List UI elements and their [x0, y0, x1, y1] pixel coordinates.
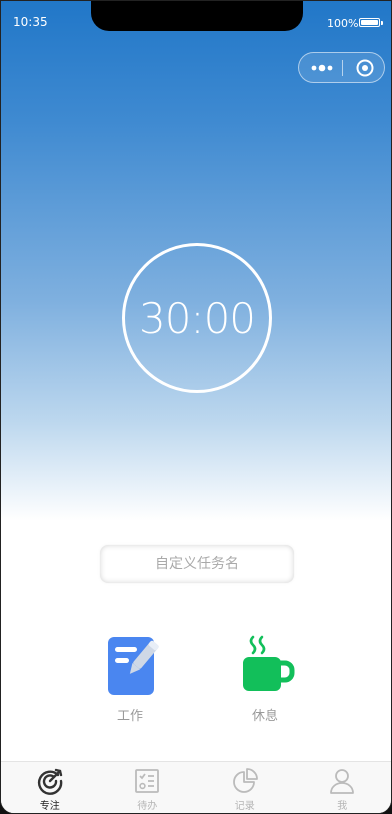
battery-percent: 100%: [327, 17, 359, 30]
battery-icon: [359, 18, 380, 27]
edit-note-icon: [108, 637, 159, 695]
miniprogram-capsule: [298, 52, 385, 83]
bottom-tab-bar: 专注 待办 记录 我: [1, 761, 392, 813]
tab-record-label: 记录: [234, 801, 255, 812]
tab-focus[interactable]: 专注: [1, 762, 99, 813]
mode-work-button[interactable]: 工作: [90, 633, 170, 733]
task-name-input[interactable]: [100, 545, 294, 583]
user-icon: [330, 769, 355, 794]
more-dots-icon[interactable]: [311, 63, 333, 73]
tab-record[interactable]: 记录: [196, 762, 294, 813]
tab-me[interactable]: 我: [294, 762, 392, 813]
pie-chart-icon: [232, 768, 258, 793]
status-time: 10:35: [13, 15, 48, 29]
phone-screen: 10:35 100% 30:00 工作: [0, 0, 392, 814]
tab-focus-label: 专注: [39, 801, 60, 812]
target-close-icon[interactable]: [356, 59, 374, 77]
tab-todo[interactable]: 待办: [99, 762, 197, 813]
checklist-icon: [135, 769, 160, 793]
mode-rest-label: 休息: [251, 709, 278, 724]
coffee-cup-icon: [243, 635, 295, 691]
timer-display: 30:00: [138, 293, 256, 343]
tab-me-label: 我: [337, 801, 348, 812]
timer-ring[interactable]: 30:00: [122, 243, 272, 393]
battery-tip: [381, 21, 383, 25]
device-notch: [91, 1, 303, 31]
mode-work-label: 工作: [116, 709, 143, 724]
mode-rest-button[interactable]: 休息: [225, 633, 305, 733]
focus-target-icon: [37, 768, 63, 795]
capsule-divider: [342, 60, 343, 76]
tab-todo-label: 待办: [137, 801, 158, 812]
